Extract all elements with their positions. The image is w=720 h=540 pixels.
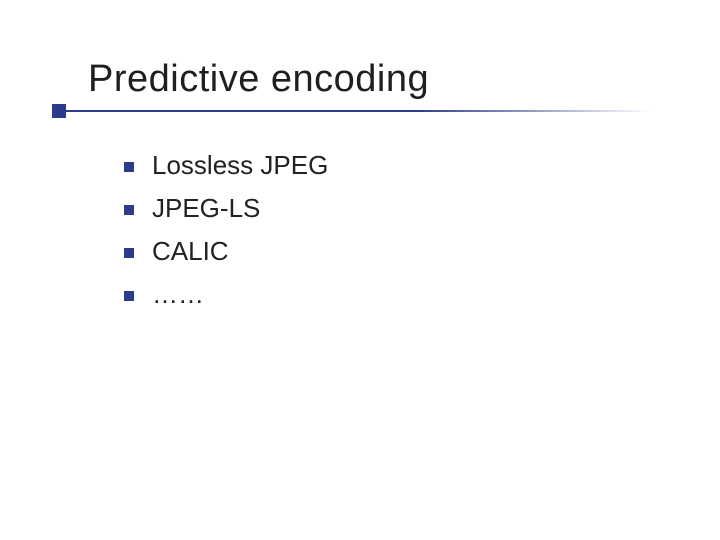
list-item-text: ……	[152, 277, 204, 312]
square-bullet-icon	[124, 205, 134, 215]
bullet-list: Lossless JPEG JPEG-LS CALIC ……	[124, 140, 644, 320]
slide: Predictive encoding Lossless JPEG JPEG-L…	[0, 0, 720, 540]
list-item: Lossless JPEG	[124, 148, 644, 183]
list-item: JPEG-LS	[124, 191, 644, 226]
title-container: Predictive encoding	[88, 58, 429, 101]
list-item: ……	[124, 277, 644, 312]
slide-title: Predictive encoding	[88, 58, 429, 101]
square-bullet-icon	[124, 162, 134, 172]
title-rule	[52, 110, 652, 112]
list-item: CALIC	[124, 234, 644, 269]
square-bullet-icon	[124, 248, 134, 258]
square-bullet-icon	[124, 291, 134, 301]
list-item-text: Lossless JPEG	[152, 148, 328, 183]
list-item-text: CALIC	[152, 234, 229, 269]
list-item-text: JPEG-LS	[152, 191, 260, 226]
